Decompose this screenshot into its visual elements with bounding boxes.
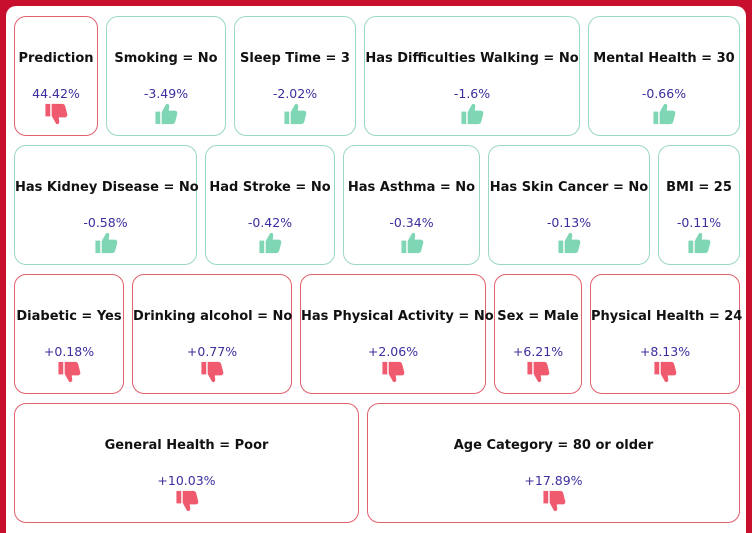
- thumbs-down-icon: [525, 360, 551, 384]
- card-prediction: Prediction 44.42%: [14, 16, 98, 136]
- thumbs-down-icon: [56, 360, 82, 384]
- card-mental-health: Mental Health = 30 -0.66%: [588, 16, 740, 136]
- card-label: Has Skin Cancer = No: [489, 180, 649, 195]
- card-label: Physical Health = 24: [591, 309, 743, 324]
- card-stroke: Had Stroke = No -0.42%: [205, 145, 335, 265]
- card-general-health: General Health = Poor +10.03%: [14, 403, 359, 523]
- card-value: -1.6%: [453, 86, 491, 101]
- thumbs-up-icon: [257, 231, 283, 255]
- card-bmi: BMI = 25 -0.11%: [658, 145, 740, 265]
- thumbs-up-icon: [459, 102, 485, 126]
- thumbs-up-icon: [153, 102, 179, 126]
- card-label: Sex = Male: [497, 309, 579, 324]
- card-value: -0.34%: [389, 215, 434, 230]
- card-value: -3.49%: [143, 86, 189, 101]
- thumbs-down-icon: [541, 489, 567, 513]
- card-label: Had Stroke = No: [209, 180, 331, 195]
- card-value: -0.13%: [546, 215, 592, 230]
- card-physical-activity: Has Physical Activity = No +2.06%: [300, 274, 494, 394]
- card-value: 44.42%: [32, 86, 80, 101]
- card-label: Sleep Time = 3: [240, 51, 350, 66]
- card-difficulties-walking: Has Difficulties Walking = No -1.6%: [364, 16, 580, 136]
- card-label: Has Physical Activity = No: [301, 309, 494, 324]
- card-value: -0.66%: [641, 86, 687, 101]
- card-label: Smoking = No: [114, 51, 218, 66]
- card-label: Mental Health = 30: [593, 51, 735, 66]
- thumbs-up-icon: [399, 231, 425, 255]
- card-label: Has Difficulties Walking = No: [365, 51, 579, 66]
- card-value: -0.11%: [676, 215, 722, 230]
- card-label: Age Category = 80 or older: [453, 438, 654, 453]
- thumbs-down-icon: [652, 360, 678, 384]
- thumbs-up-icon: [556, 231, 582, 255]
- card-physical-health: Physical Health = 24 +8.13%: [590, 274, 743, 394]
- card-value: -0.58%: [83, 215, 128, 230]
- card-label: General Health = Poor: [104, 438, 269, 453]
- card-value: +17.89%: [524, 473, 583, 488]
- card-sleep-time: Sleep Time = 3 -2.02%: [234, 16, 356, 136]
- thumbs-down-icon: [380, 360, 406, 384]
- card-value: -0.42%: [247, 215, 293, 230]
- card-age-category: Age Category = 80 or older +17.89%: [367, 403, 740, 523]
- card-kidney-disease: Has Kidney Disease = No -0.58%: [14, 145, 199, 265]
- card-value: +2.06%: [367, 344, 419, 359]
- card-label: Diabetic = Yes: [16, 309, 122, 324]
- thumbs-down-icon: [43, 102, 69, 126]
- card-value: -2.02%: [272, 86, 318, 101]
- card-value: +0.77%: [186, 344, 238, 359]
- card-value: +0.18%: [43, 344, 95, 359]
- card-label: Drinking alcohol = No: [133, 309, 293, 324]
- card-label: Prediction: [18, 51, 94, 66]
- card-smoking: Smoking = No -3.49%: [106, 16, 226, 136]
- card-label: Has Kidney Disease = No: [15, 180, 199, 195]
- card-value: +10.03%: [157, 473, 216, 488]
- card-sex: Sex = Male +6.21%: [494, 274, 582, 394]
- thumbs-up-icon: [651, 102, 677, 126]
- thumbs-down-icon: [174, 489, 200, 513]
- thumbs-down-icon: [199, 360, 225, 384]
- thumbs-up-icon: [282, 102, 308, 126]
- thumbs-up-icon: [686, 231, 712, 255]
- card-label: Has Asthma = No: [347, 180, 476, 195]
- card-value: +8.13%: [639, 344, 691, 359]
- thumbs-up-icon: [93, 231, 119, 255]
- card-label: BMI = 25: [666, 180, 732, 195]
- card-value: +6.21%: [512, 344, 564, 359]
- card-diabetic: Diabetic = Yes +0.18%: [14, 274, 124, 394]
- card-asthma: Has Asthma = No -0.34%: [343, 145, 480, 265]
- card-skin-cancer: Has Skin Cancer = No -0.13%: [488, 145, 650, 265]
- card-drinking-alcohol: Drinking alcohol = No +0.77%: [132, 274, 292, 394]
